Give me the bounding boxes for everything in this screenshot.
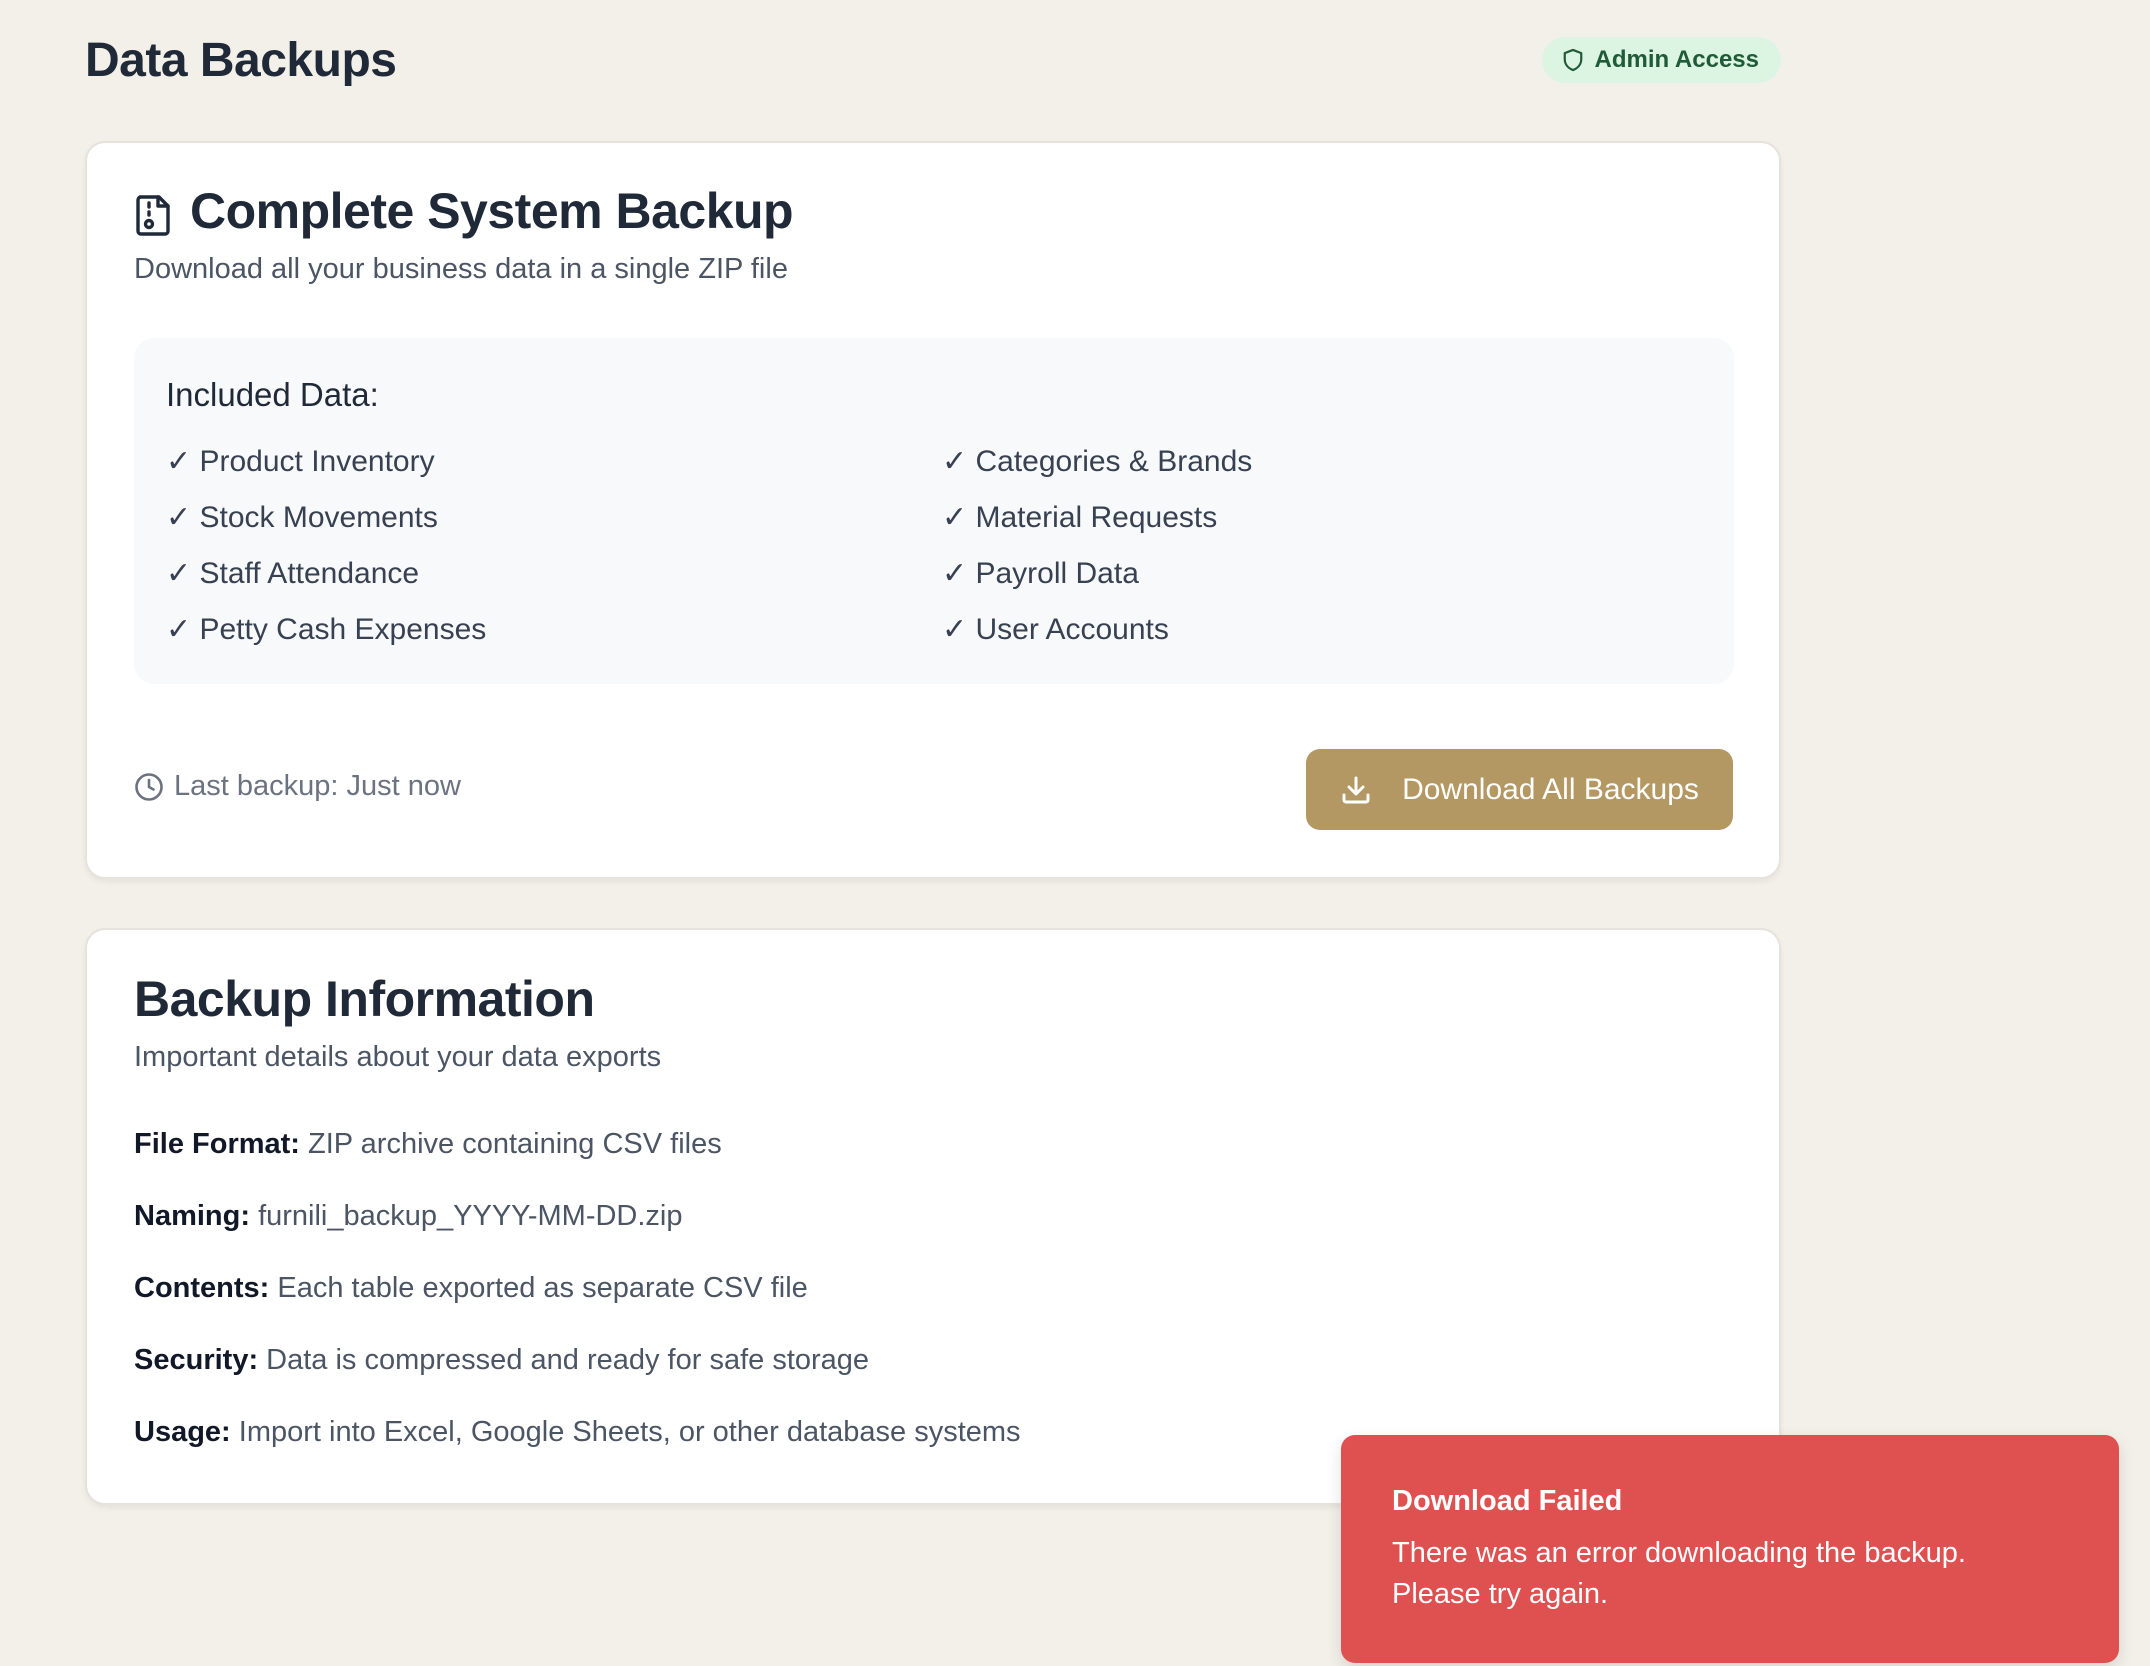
included-data-title: Included Data: [166,376,379,413]
toast-message: There was an error downloading the backu… [1392,1537,1966,1610]
info-row-file-format: File Format: ZIP archive containing CSV … [134,1128,722,1161]
info-key: Security: [134,1344,259,1376]
last-backup-status: Last backup: Just now [134,770,461,803]
download-icon [1342,776,1370,803]
info-key: Contents: [134,1272,270,1304]
included-item-staff-attendance: ✓ Staff Attendance [166,557,420,590]
info-row-security: Security: Data is compressed and ready f… [134,1344,869,1377]
included-item-petty-cash-expenses: ✓ Petty Cash Expenses [166,613,487,646]
info-key: Naming: [134,1200,250,1232]
backup-information-subtitle: Important details about your data export… [134,1041,662,1073]
included-data-panel: Included Data: ✓ Product Inventory ✓ Cat… [134,338,1734,684]
included-item-user-accounts: ✓ User Accounts [942,613,1169,646]
info-value: Import into Excel, Google Sheets, or oth… [238,1416,1021,1448]
included-item-payroll-data: ✓ Payroll Data [942,557,1139,590]
info-row-usage: Usage: Import into Excel, Google Sheets,… [134,1416,1021,1449]
info-value: ZIP archive containing CSV files [308,1128,722,1160]
info-value: Each table exported as separate CSV file [277,1272,808,1304]
info-row-contents: Contents: Each table exported as separat… [134,1272,808,1305]
included-item-stock-movements: ✓ Stock Movements [166,501,438,534]
page-header: Data Backups Admin Access [85,28,1781,92]
admin-access-badge: Admin Access [1542,37,1781,83]
info-row-naming: Naming: furnili_backup_YYYY-MM-DD.zip [134,1200,683,1233]
included-item-product-inventory: ✓ Product Inventory [166,445,435,478]
data-backups-page: Data Backups Admin Access Complete Syste… [0,0,2150,1666]
info-key: Usage: [134,1416,231,1448]
shield-icon [1564,48,1583,72]
last-backup-text: Last backup: Just now [174,770,461,802]
complete-backup-title: Complete System Backup [190,183,794,239]
backup-information-title: Backup Information [134,971,595,1027]
included-item-categories-brands: ✓ Categories & Brands [942,445,1253,478]
page-title: Data Backups [85,33,397,87]
download-failed-toast[interactable]: Download Failed There was an error downl… [1341,1435,2119,1663]
download-all-backups-button[interactable]: Download All Backups [1306,749,1733,830]
download-all-backups-label: Download All Backups [1402,772,1699,806]
info-value: furnili_backup_YYYY-MM-DD.zip [258,1200,683,1232]
info-value: Data is compressed and ready for safe st… [266,1344,870,1376]
info-key: File Format: [134,1128,300,1160]
included-item-material-requests: ✓ Material Requests [942,501,1218,534]
clock-icon [135,772,163,801]
complete-backup-subtitle: Download all your business data in a sin… [134,253,788,285]
toast-title: Download Failed [1392,1485,1623,1517]
admin-access-label: Admin Access [1594,46,1759,73]
file-archive-icon [136,195,170,236]
